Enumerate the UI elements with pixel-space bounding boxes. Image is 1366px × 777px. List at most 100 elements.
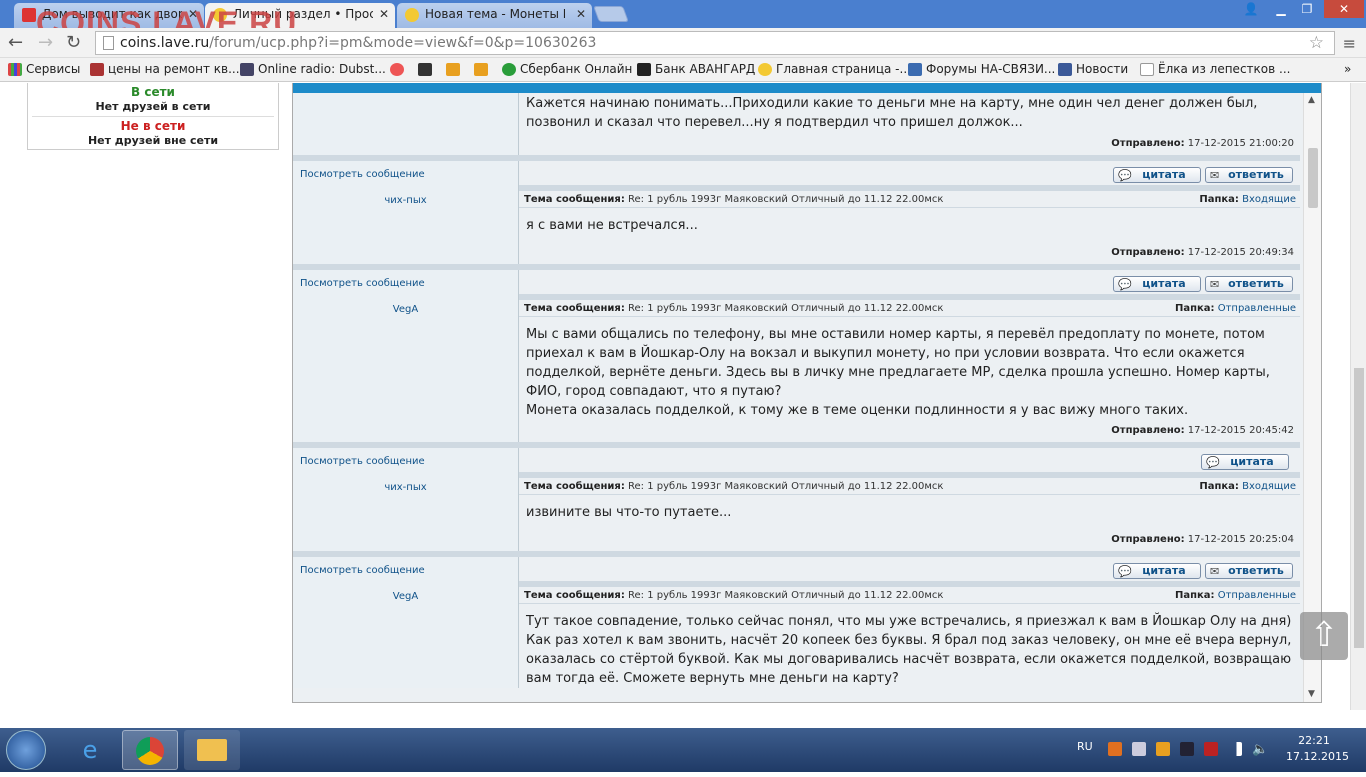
reply-button[interactable]: ✉ ответить xyxy=(1205,563,1293,579)
bookmark-item[interactable]: цены на ремонт кв... xyxy=(90,62,240,76)
bookmark-icon-only[interactable] xyxy=(390,62,404,78)
folder-label: Папка: xyxy=(1199,194,1239,205)
message-author[interactable]: VegA xyxy=(293,300,519,442)
page-scrollbar[interactable] xyxy=(1350,83,1366,710)
close-window-button[interactable]: ✕ xyxy=(1324,0,1364,18)
quote-icon: 💬 xyxy=(1118,565,1132,578)
more-bookmarks-icon[interactable]: » xyxy=(1344,62,1351,76)
new-tab-button[interactable] xyxy=(593,6,629,22)
scroll-to-top-button[interactable]: ⇧ xyxy=(1300,612,1348,660)
page-icon xyxy=(1140,63,1154,76)
quote-button[interactable]: 💬 цитата xyxy=(1113,167,1201,183)
folder-info: Папка: Отправленные xyxy=(1175,303,1296,314)
tray-app-icon[interactable] xyxy=(1204,742,1218,756)
bookmark-icon-only[interactable] xyxy=(418,62,432,78)
reply-label: ответить xyxy=(1228,168,1284,181)
start-button[interactable] xyxy=(6,730,46,770)
tray-app-icon[interactable] xyxy=(1156,742,1170,756)
dots-icon xyxy=(390,63,404,76)
reply-icon: ✉ xyxy=(1210,169,1220,182)
bookmark-label: Новости xyxy=(1076,62,1129,76)
bookmark-item[interactable]: Банк АВАНГАРД xyxy=(637,62,755,76)
folder-label: Папка: xyxy=(1174,303,1215,314)
quote-label: цитата xyxy=(1142,277,1186,290)
quote-button[interactable]: 💬 цитата xyxy=(1201,454,1289,470)
message-author[interactable]: чих-пых xyxy=(293,191,519,264)
view-message-link[interactable]: Посмотреть сообщение xyxy=(293,448,519,478)
sent-date: 17-12-2015 20:45:42 xyxy=(1187,425,1294,436)
quote-button[interactable]: 💬 цитата xyxy=(1113,563,1201,579)
tray-monitor-icon[interactable] xyxy=(1132,742,1146,756)
reply-button[interactable]: ✉ ответить xyxy=(1205,167,1293,183)
bookmark-item[interactable]: Форумы НА-СВЯЗИ... xyxy=(908,62,1055,76)
scroll-down-arrow-icon[interactable]: ▼ xyxy=(1308,689,1315,699)
clock-time: 22:21 xyxy=(1298,734,1330,747)
forward-arrow-icon[interactable]: → xyxy=(38,33,53,53)
scroll-thumb[interactable] xyxy=(1308,148,1318,208)
message-author[interactable] xyxy=(293,93,519,155)
url-domain: coins.lave.ru xyxy=(120,35,210,51)
user-icon[interactable]: 👤 xyxy=(1238,0,1264,18)
message-sent: Отправлено: 17-12-2015 20:45:42 xyxy=(519,420,1300,442)
scroll-up-arrow-icon[interactable]: ▲ xyxy=(1308,95,1315,105)
page-scroll-thumb[interactable] xyxy=(1354,368,1364,648)
network-signal-icon[interactable] xyxy=(1228,742,1242,756)
close-icon[interactable]: ✕ xyxy=(379,7,389,21)
bookmark-item[interactable]: Сбербанк Онлайн xyxy=(502,62,632,76)
chrome-icon[interactable] xyxy=(122,730,178,770)
panel-header-bar xyxy=(293,83,1321,93)
folder-label: Папка: xyxy=(1174,590,1215,601)
tray-app-icon[interactable] xyxy=(1108,742,1122,756)
quote-button[interactable]: 💬 цитата xyxy=(1113,276,1201,292)
explorer-folder-icon[interactable] xyxy=(184,730,240,770)
view-message-link[interactable]: Посмотреть сообщение xyxy=(293,270,519,300)
reply-label: ответить xyxy=(1228,564,1284,577)
tab-3[interactable]: Новая тема - Монеты Рос ✕ xyxy=(397,3,592,28)
view-message-link[interactable]: Посмотреть сообщение xyxy=(293,161,519,191)
url-path: /forum/ucp.php?i=pm&mode=view&f=0&p=1063… xyxy=(209,35,597,51)
avangard-icon xyxy=(637,63,651,76)
menu-icon[interactable]: ≡ xyxy=(1343,34,1356,53)
clock-date: 17.12.2015 xyxy=(1286,750,1349,763)
bookmark-item[interactable]: Главная страница -... xyxy=(758,62,911,76)
message-actions: Посмотреть сообщение 💬 цитата ✉ ответить xyxy=(293,161,1300,191)
message-author[interactable]: VegA xyxy=(293,587,519,688)
bookmark-icon-only[interactable] xyxy=(446,62,460,78)
folder-info: Папка: Входящие xyxy=(1199,481,1296,492)
reply-icon: ✉ xyxy=(1210,278,1220,291)
volume-icon[interactable]: 🔈 xyxy=(1252,742,1268,757)
subject-text: Re: 1 рубль 1993г Маяковский Отличный до… xyxy=(628,194,944,205)
offline-empty-text: Нет друзей вне сети xyxy=(87,134,219,147)
rbc-icon xyxy=(446,63,460,76)
system-clock[interactable]: 22:21 17.12.2015 xyxy=(1286,733,1349,765)
sent-label: Отправлено: xyxy=(1111,247,1185,258)
reload-icon[interactable]: ↻ xyxy=(66,33,81,53)
bookmark-item[interactable]: Ёлка из лепестков ... xyxy=(1140,62,1290,76)
folder-link[interactable]: Входящие xyxy=(1242,481,1296,492)
sent-date: 17-12-2015 21:00:20 xyxy=(1187,138,1294,149)
back-arrow-icon[interactable]: ← xyxy=(8,33,23,53)
message-actions: Посмотреть сообщение 💬 цитата ✉ ответить xyxy=(293,270,1300,300)
bookmark-services[interactable]: Сервисы xyxy=(8,62,80,76)
restore-button[interactable]: ❐ xyxy=(1294,0,1320,18)
bookmark-icon-only[interactable] xyxy=(474,62,488,78)
bookmark-item[interactable]: Новости xyxy=(1058,62,1128,76)
message-author[interactable]: чих-пых xyxy=(293,478,519,551)
bookmark-label: Online radio: Dubst... xyxy=(258,62,386,76)
reply-button[interactable]: ✉ ответить xyxy=(1205,276,1293,292)
minimize-button[interactable]: ▁ xyxy=(1268,0,1294,18)
bookmark-item[interactable]: Online radio: Dubst... xyxy=(240,62,386,76)
internet-explorer-icon[interactable]: e xyxy=(62,730,118,770)
folder-link[interactable]: Отправленные xyxy=(1218,590,1296,601)
folder-link[interactable]: Входящие xyxy=(1242,194,1296,205)
view-message-link[interactable]: Посмотреть сообщение xyxy=(293,557,519,587)
address-bar[interactable]: coins.lave.ru/forum/ucp.php?i=pm&mode=vi… xyxy=(95,31,1335,55)
tray-app-icon[interactable] xyxy=(1180,742,1194,756)
message-body: Мы с вами общались по телефону, вы мне о… xyxy=(526,327,1270,399)
message-row: чих-пых Тема сообщения: Re: 1 рубль 1993… xyxy=(293,478,1300,557)
close-icon[interactable]: ✕ xyxy=(576,7,586,21)
bookmark-star-icon[interactable]: ☆ xyxy=(1309,33,1324,53)
folder-link[interactable]: Отправленные xyxy=(1218,303,1296,314)
mail-icon xyxy=(418,63,432,76)
language-indicator[interactable]: RU xyxy=(1077,740,1093,753)
